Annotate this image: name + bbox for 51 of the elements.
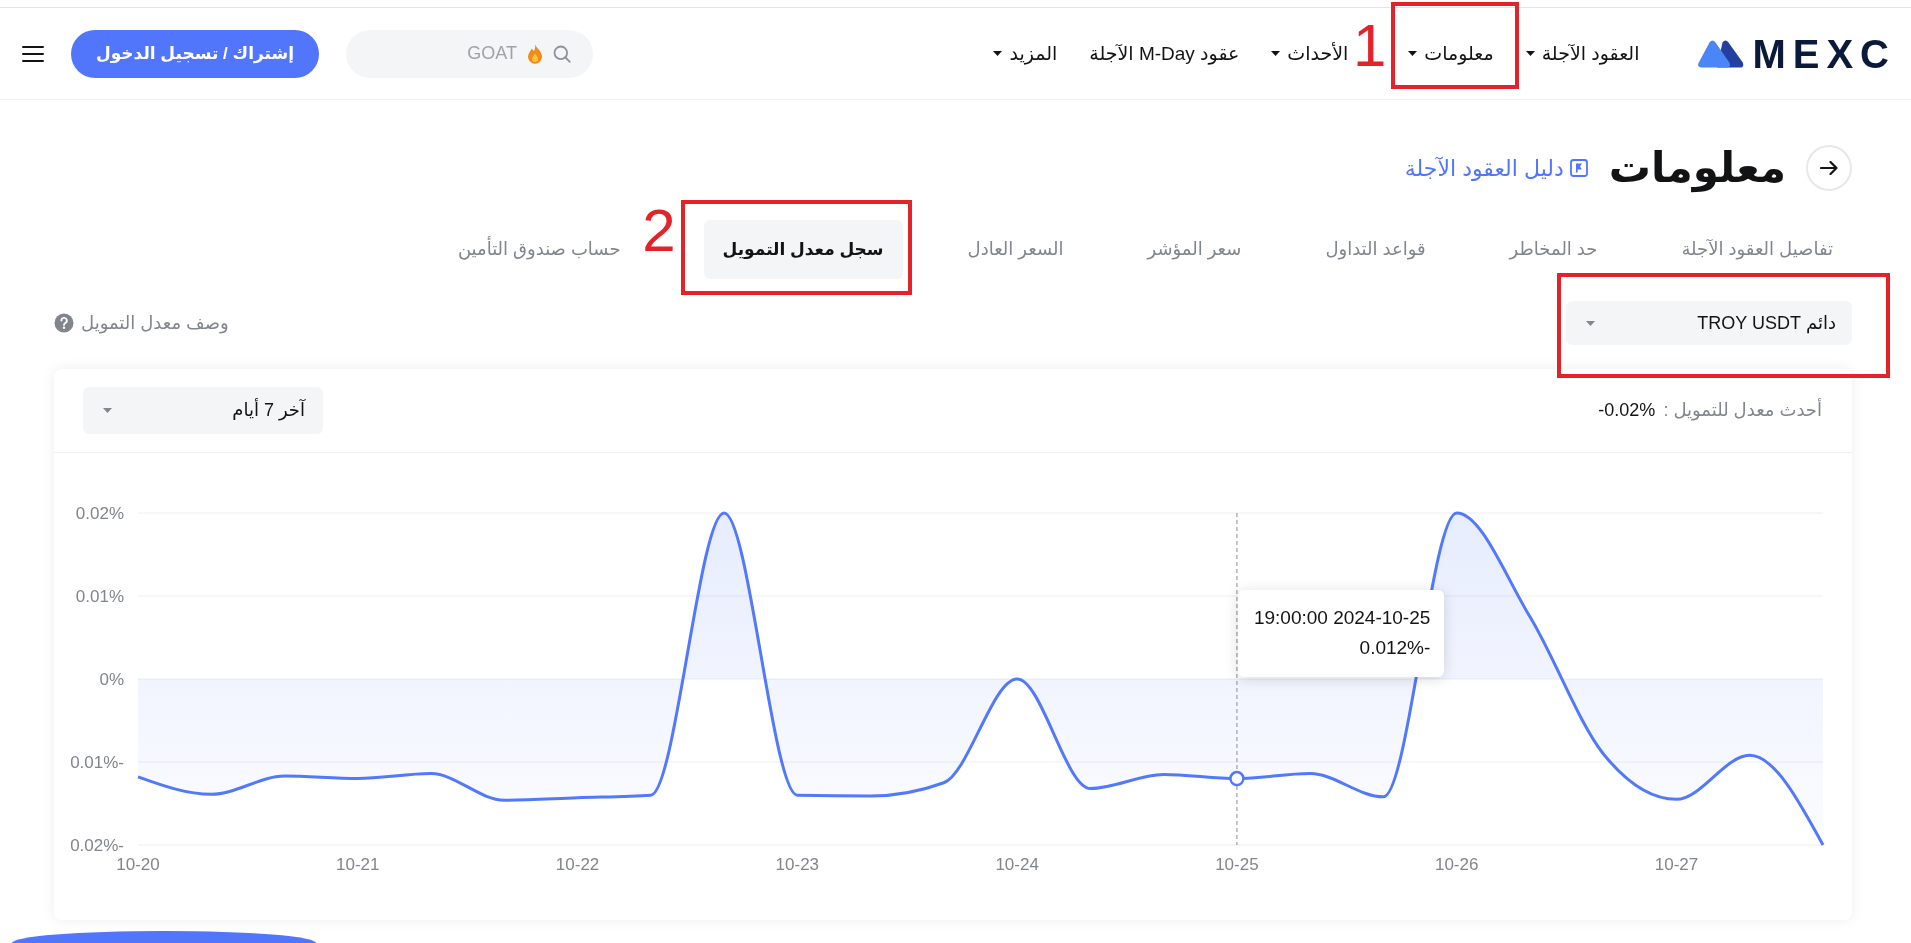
nav-menu-item[interactable]: عقود M-Day الآجلة	[1089, 40, 1240, 67]
nav-menu-item[interactable]: الأحداث	[1271, 40, 1349, 67]
tab[interactable]: قواعد التداول	[1306, 220, 1445, 279]
y-axis-label: 0.01%-	[70, 753, 124, 772]
logo-icon[interactable]	[1697, 39, 1745, 68]
annotation-number: 1	[1353, 15, 1387, 76]
y-axis-label: 0%	[99, 670, 124, 689]
nav-menu-item[interactable]: معلومات	[1408, 40, 1494, 67]
x-axis-label: 10-25	[1215, 855, 1259, 874]
signup-button[interactable]: إشتراك / تسجيل الدخول	[71, 29, 319, 78]
x-axis-label: 10-23	[775, 855, 820, 874]
flag-icon	[1568, 158, 1589, 178]
help-icon	[54, 313, 74, 333]
data-point-marker	[1229, 770, 1245, 787]
annotation-number: 2	[642, 201, 676, 261]
guide-link[interactable]: دليل العقود الآجلة	[1404, 151, 1589, 185]
x-axis-label: 10-27	[1654, 855, 1699, 874]
back-button[interactable]	[1806, 145, 1852, 191]
contract-select[interactable]: دائم TROY USDT	[1566, 301, 1852, 345]
caret-icon	[103, 408, 112, 413]
tab[interactable]: سعر المؤشر	[1128, 220, 1261, 279]
nav-menu-item[interactable]: العقود الآجلة	[1525, 40, 1640, 67]
logo-text[interactable]: MEXC	[1752, 33, 1896, 74]
x-axis-label: 10-26	[1434, 855, 1479, 874]
page-title: معلومات	[1608, 144, 1786, 192]
funding-description-link[interactable]: وصف معدل التمويل	[54, 309, 229, 337]
y-axis-label: 0.01%	[75, 587, 124, 606]
menu-icon[interactable]	[22, 44, 44, 63]
x-axis-label: 10-24	[995, 855, 1039, 874]
tooltip-text: 19:00:00 2024-10-25	[1253, 605, 1431, 630]
flame-icon	[527, 43, 543, 64]
caret-icon	[1586, 320, 1595, 326]
tab[interactable]: حساب صندوق التأمين	[438, 220, 640, 279]
x-axis-label: 10-20	[116, 855, 160, 874]
nav-menu-item[interactable]: المزيد	[993, 40, 1058, 67]
tab[interactable]: حد المخاطر	[1490, 220, 1617, 279]
x-axis-label: 10-22	[555, 855, 600, 874]
x-axis-label: 10-21	[336, 855, 380, 874]
search-field[interactable]: GOAT	[346, 29, 593, 78]
period-select[interactable]: آخر 7 أيام	[83, 387, 323, 434]
latest-rate-label: أحدث معدل للتمويل :	[1663, 397, 1822, 423]
tab[interactable]: السعر العادل	[948, 220, 1083, 279]
tab[interactable]: سجل معدل التمويل	[703, 220, 903, 279]
tooltip-text: 0.012%-	[1358, 635, 1431, 660]
search-icon	[553, 44, 571, 63]
y-axis-label: 0.02%	[75, 504, 124, 523]
latest-rate-value: -0.02%	[1598, 399, 1656, 422]
tab[interactable]: تفاصيل العقود الآجلة	[1662, 220, 1852, 279]
y-axis-label: 0.02%-	[70, 836, 124, 855]
right-arrow-icon	[1820, 161, 1838, 175]
search-input[interactable]: GOAT	[367, 40, 517, 67]
